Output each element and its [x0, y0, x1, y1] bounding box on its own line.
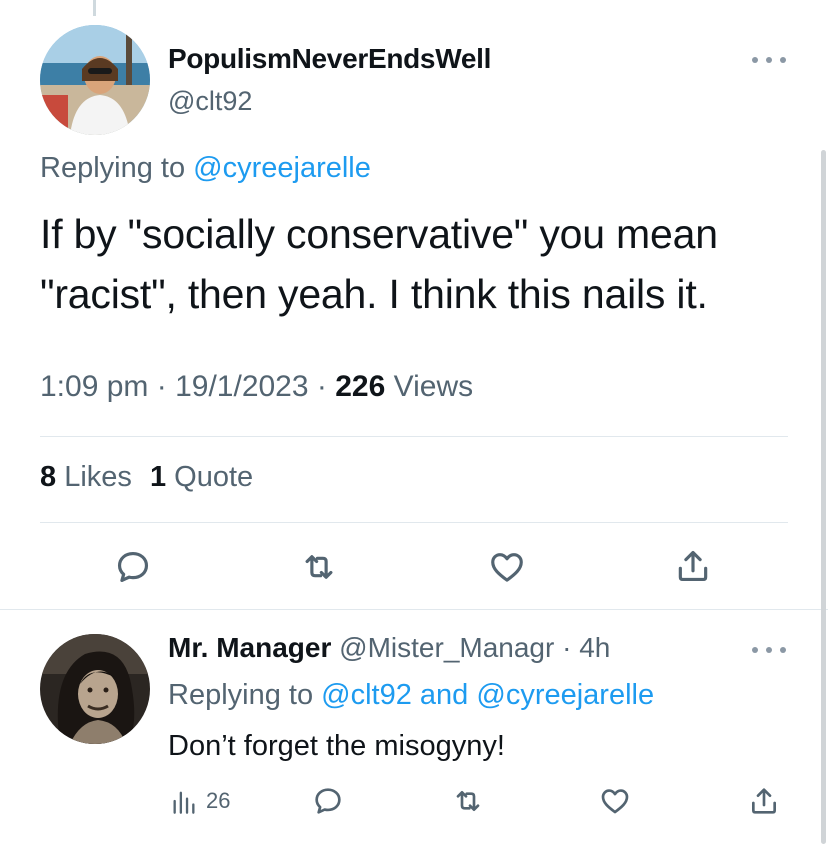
replying-to-prefix: Replying to — [168, 679, 314, 711]
reply-author-line: Mr. Manager @Mister_Managr · 4h — [168, 632, 610, 664]
like-button[interactable] — [487, 548, 527, 586]
views-label: Views — [393, 370, 474, 403]
speech-bubble-icon — [315, 788, 341, 814]
share-button[interactable] — [674, 546, 712, 586]
replying-to-line: Replying to @clt92 and @cyreejarelle — [168, 679, 654, 712]
reply-button[interactable] — [114, 548, 152, 586]
share-icon — [678, 550, 708, 582]
replying-to-line: Replying to @cyreejarelle — [40, 152, 371, 185]
retweet-icon — [305, 555, 333, 579]
retweet-button[interactable] — [299, 548, 339, 586]
heart-icon — [601, 789, 629, 814]
mention-joiner: and — [419, 679, 469, 711]
likes-stat[interactable]: 8 Likes — [40, 461, 140, 493]
divider — [40, 436, 788, 437]
reply-display-name[interactable]: Mr. Manager — [168, 632, 331, 663]
like-button[interactable] — [598, 785, 632, 817]
author-display-name[interactable]: PopulismNeverEndsWell — [168, 43, 491, 75]
share-button[interactable] — [748, 784, 780, 818]
tweet-time[interactable]: 1:09 pm — [40, 370, 148, 403]
reply-button[interactable] — [312, 785, 344, 817]
quotes-label: Quote — [174, 461, 254, 493]
reply-timestamp[interactable]: 4h — [579, 632, 610, 663]
more-dots-icon[interactable] — [752, 645, 786, 655]
quotes-count: 1 — [149, 461, 167, 493]
retweet-icon — [456, 791, 480, 811]
thread-connector-line — [93, 0, 96, 16]
views-count: 26 — [206, 788, 231, 813]
views-button[interactable]: 26 — [170, 787, 230, 815]
replying-to-prefix: Replying to — [40, 152, 186, 184]
mention-link[interactable]: @cyreejarelle — [193, 152, 371, 184]
separator-dot: · — [156, 370, 167, 403]
divider — [40, 522, 788, 523]
more-dots-icon[interactable] — [752, 55, 786, 65]
divider — [0, 609, 828, 610]
avatar[interactable] — [40, 634, 150, 744]
bar-chart-icon — [173, 791, 195, 814]
engagement-stats: 8 Likes 1 Quote — [40, 461, 253, 494]
tweet-meta: 1:09 pm · 19/1/2023 · 226 Views — [40, 370, 473, 404]
author-handle[interactable]: @clt92 — [168, 86, 252, 117]
scrollbar[interactable] — [821, 150, 826, 844]
tweet-text: If by "socially conservative" you mean "… — [40, 211, 718, 317]
views-count: 226 — [335, 370, 386, 403]
retweet-button[interactable] — [451, 785, 485, 817]
reply-text: Don’t forget the misogyny! — [168, 730, 505, 762]
speech-bubble-icon — [117, 551, 149, 583]
mention-link[interactable]: @cyreejarelle — [476, 679, 654, 711]
tweet-date[interactable]: 19/1/2023 — [175, 370, 308, 403]
likes-label: Likes — [64, 461, 132, 493]
avatar[interactable] — [40, 25, 150, 135]
separator-dot: · — [316, 370, 327, 403]
likes-count: 8 — [40, 461, 57, 493]
quotes-stat[interactable]: 1 Quote — [150, 461, 253, 493]
share-icon — [752, 788, 776, 814]
separator-dot: · — [562, 632, 572, 663]
reply-handle[interactable]: @Mister_Managr — [339, 632, 554, 663]
mention-link[interactable]: @clt92 — [321, 679, 412, 711]
heart-icon — [491, 553, 523, 582]
